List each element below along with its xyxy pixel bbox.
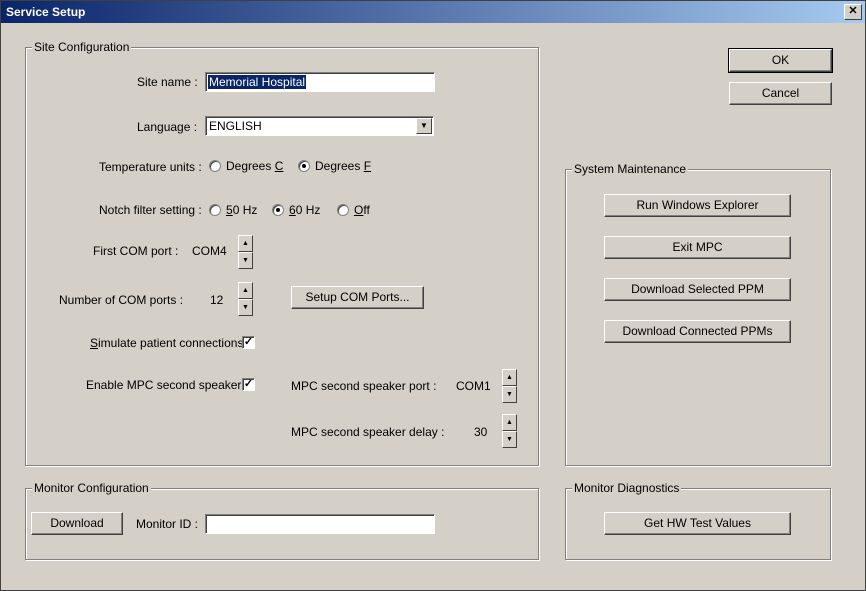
title-bar[interactable]: Service Setup ✕ (1, 1, 865, 23)
radio-notch-60hz[interactable] (272, 204, 284, 216)
monitor-id-input[interactable] (205, 514, 435, 534)
mpc-speaker-delay-spinner[interactable]: ▲ ▼ (502, 414, 517, 448)
temperature-units-label: Temperature units : (99, 160, 202, 174)
exit-mpc-button[interactable]: Exit MPC (604, 236, 791, 259)
service-setup-dialog: Service Setup ✕ OK Cancel Site Configura… (0, 0, 866, 591)
download-selected-ppm-button[interactable]: Download Selected PPM (604, 278, 791, 301)
spin-down-icon[interactable]: ▼ (238, 299, 253, 316)
number-com-ports-label: Number of COM ports : (59, 293, 184, 307)
system-maintenance-label: System Maintenance (572, 162, 689, 176)
number-com-ports-value: 12 (210, 293, 224, 307)
site-name-label: Site name : (137, 75, 198, 89)
get-hw-test-values-button[interactable]: Get HW Test Values (604, 512, 791, 535)
close-icon[interactable]: ✕ (844, 4, 862, 20)
notch-50hz-label: 50 Hz (226, 203, 258, 217)
run-windows-explorer-button[interactable]: Run Windows Explorer (604, 194, 791, 217)
radio-notch-50hz[interactable] (209, 204, 221, 216)
spin-down-icon[interactable]: ▼ (502, 386, 517, 403)
monitor-configuration-label: Monitor Configuration (32, 481, 151, 495)
language-label: Language : (137, 120, 198, 134)
notch-off-label: Off (354, 203, 370, 217)
site-name-value: Memorial Hospital (208, 75, 307, 89)
notch-60hz-label: 60 Hz (289, 203, 321, 217)
radio-notch-off[interactable] (337, 204, 349, 216)
first-com-port-label: First COM port : (93, 244, 179, 258)
number-com-ports-spinner[interactable]: ▲ ▼ (238, 282, 253, 316)
spin-down-icon[interactable]: ▼ (238, 252, 253, 269)
language-select[interactable]: ENGLISH ▼ (205, 116, 434, 136)
chevron-down-icon[interactable]: ▼ (416, 118, 432, 134)
site-configuration-label: Site Configuration (32, 40, 132, 54)
spin-down-icon[interactable]: ▼ (502, 431, 517, 448)
simulate-patient-checkbox[interactable]: ✓ (242, 336, 255, 349)
mpc-speaker-port-value: COM1 (456, 379, 491, 393)
spin-up-icon[interactable]: ▲ (238, 282, 253, 299)
spin-up-icon[interactable]: ▲ (502, 369, 517, 386)
degrees-c-label: Degrees C (226, 159, 284, 173)
setup-com-ports-button[interactable]: Setup COM Ports... (291, 286, 424, 309)
mpc-speaker-port-spinner[interactable]: ▲ ▼ (502, 369, 517, 403)
ok-button[interactable]: OK (728, 48, 833, 73)
language-value: ENGLISH (209, 119, 262, 133)
mpc-speaker-delay-value: 30 (474, 425, 488, 439)
first-com-port-spinner[interactable]: ▲ ▼ (238, 235, 253, 269)
first-com-port-value: COM4 (192, 244, 227, 258)
spin-up-icon[interactable]: ▲ (502, 414, 517, 431)
enable-mpc-speaker-label: Enable MPC second speaker : (86, 378, 249, 392)
radio-degrees-c[interactable] (209, 160, 221, 172)
cancel-button[interactable]: Cancel (729, 82, 832, 105)
monitor-id-label: Monitor ID : (136, 517, 199, 531)
degrees-f-label: Degrees F (315, 159, 372, 173)
enable-mpc-speaker-checkbox[interactable]: ✓ (242, 378, 255, 391)
spin-up-icon[interactable]: ▲ (238, 235, 253, 252)
window-title: Service Setup (6, 5, 86, 19)
mpc-speaker-delay-label: MPC second speaker delay : (291, 425, 445, 439)
site-name-input[interactable]: Memorial Hospital (205, 72, 435, 92)
download-button[interactable]: Download (31, 512, 123, 535)
radio-degrees-f[interactable] (298, 160, 310, 172)
simulate-patient-label: Simulate patient connections : (90, 336, 251, 350)
mpc-speaker-port-label: MPC second speaker port : (291, 379, 437, 393)
monitor-diagnostics-label: Monitor Diagnostics (572, 481, 682, 495)
notch-filter-label: Notch filter setting : (99, 203, 202, 217)
download-connected-ppms-button[interactable]: Download Connected PPMs (604, 320, 791, 343)
